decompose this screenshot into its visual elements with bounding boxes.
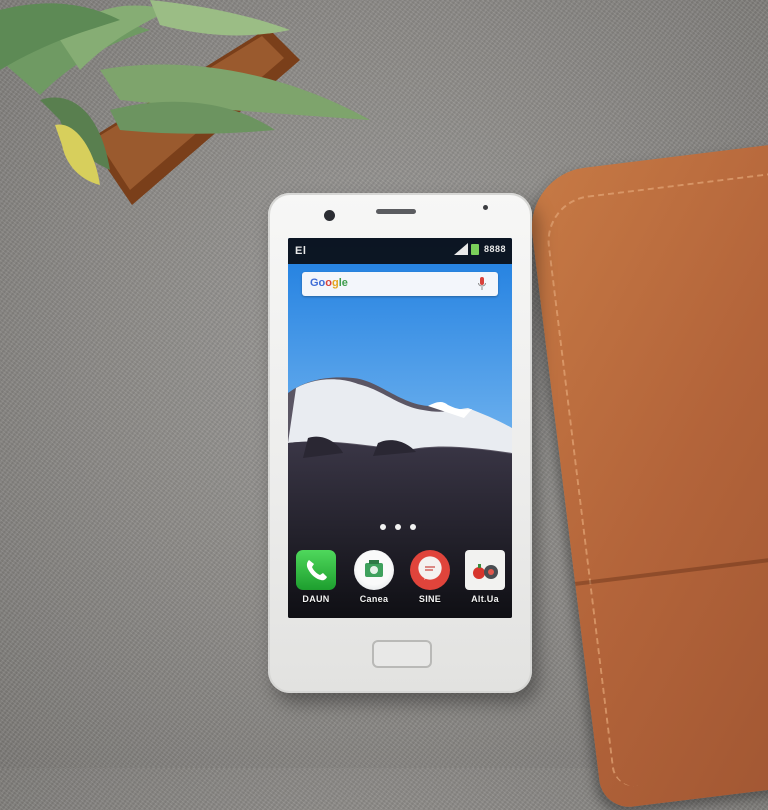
leather-wallet (525, 138, 768, 810)
app-label: DAUN (302, 594, 330, 604)
app-phone[interactable]: DAUN (291, 550, 341, 604)
media-icon[interactable] (465, 550, 505, 590)
earpiece-speaker (376, 209, 416, 214)
messages-icon[interactable] (410, 550, 450, 590)
search-logo-part: Go (310, 277, 326, 289)
page-dot[interactable] (380, 524, 386, 530)
proximity-sensor (483, 205, 488, 210)
status-icons: 8888 (453, 243, 506, 255)
status-clock: 8888 (483, 244, 506, 254)
search-logo-part: le (338, 277, 348, 289)
camera-icon[interactable] (354, 550, 394, 590)
app-dock: DAUN Canea SINE Alt.Ua (288, 544, 512, 618)
search-logo: Google (310, 277, 348, 289)
app-label: Canea (359, 594, 389, 604)
front-camera (324, 210, 335, 221)
potted-plant (0, 0, 370, 205)
battery-icon (470, 243, 479, 255)
page-dot[interactable] (410, 524, 416, 530)
search-widget[interactable]: Google (302, 272, 498, 296)
page-indicator (380, 524, 416, 530)
home-button[interactable] (372, 640, 432, 668)
wallet-stitching (542, 163, 768, 789)
status-bar: El 8888 (288, 238, 512, 264)
app-label: SINE (418, 594, 442, 604)
smartphone: El 8888 Google DAUN Canea SINE Alt.Ua (268, 193, 532, 693)
signal-icon (453, 243, 468, 255)
page-dot[interactable] (395, 524, 401, 530)
phone-icon[interactable] (296, 550, 336, 590)
app-label: Alt.Ua (471, 594, 499, 604)
search-logo-part: g (332, 277, 339, 289)
home-screen: El 8888 Google DAUN Canea SINE Alt.Ua (288, 238, 512, 618)
carrier-label: El (295, 245, 307, 257)
app-media[interactable]: Alt.Ua (460, 550, 510, 604)
search-logo-part: o (325, 277, 333, 289)
app-camera[interactable]: Canea (349, 550, 399, 604)
app-messages[interactable]: SINE (405, 550, 455, 604)
mic-icon[interactable] (478, 277, 486, 290)
